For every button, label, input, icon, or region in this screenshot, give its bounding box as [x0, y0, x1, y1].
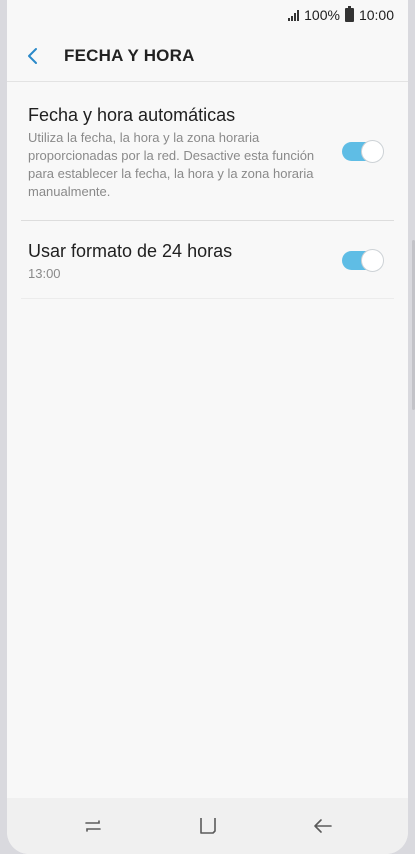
back-nav-button[interactable]	[311, 814, 335, 838]
setting-24h-format[interactable]: Usar formato de 24 horas 13:00	[28, 240, 394, 283]
home-icon	[200, 818, 216, 834]
back-button[interactable]	[18, 41, 48, 71]
status-bar: 100% 10:00	[7, 0, 408, 32]
battery-percentage: 100%	[304, 7, 340, 23]
auto-datetime-toggle[interactable]	[342, 140, 384, 163]
status-indicators: 100% 10:00	[288, 6, 394, 23]
clock: 10:00	[358, 7, 394, 23]
setting-title: Usar formato de 24 horas	[28, 241, 233, 261]
battery-icon	[344, 6, 354, 22]
recent-apps-icon	[85, 820, 101, 832]
setting-auto-datetime[interactable]: Fecha y hora automáticas Utiliza la fech…	[28, 104, 394, 201]
arrow-left-icon	[28, 48, 37, 64]
setting-description: Utiliza la fecha, la hora y la zona hora…	[28, 130, 315, 199]
back-arrow-icon	[314, 819, 332, 833]
setting-description: 13:00	[28, 266, 61, 281]
page-title: FECHA Y HORA	[64, 46, 195, 65]
recent-apps-button[interactable]	[81, 814, 105, 838]
divider	[21, 298, 394, 299]
24h-format-toggle[interactable]	[342, 249, 384, 272]
setting-title: Fecha y hora automáticas	[28, 105, 236, 125]
signal-icon	[288, 9, 300, 21]
toggle-thumb	[361, 249, 384, 272]
navigation-bar	[7, 798, 408, 854]
home-button[interactable]	[196, 814, 220, 838]
divider	[21, 220, 394, 221]
app-header: FECHA Y HORA	[7, 32, 408, 82]
toggle-thumb	[361, 140, 384, 163]
phone-screen: 100% 10:00 FECHA Y HORA Fecha y hora aut…	[7, 0, 408, 854]
